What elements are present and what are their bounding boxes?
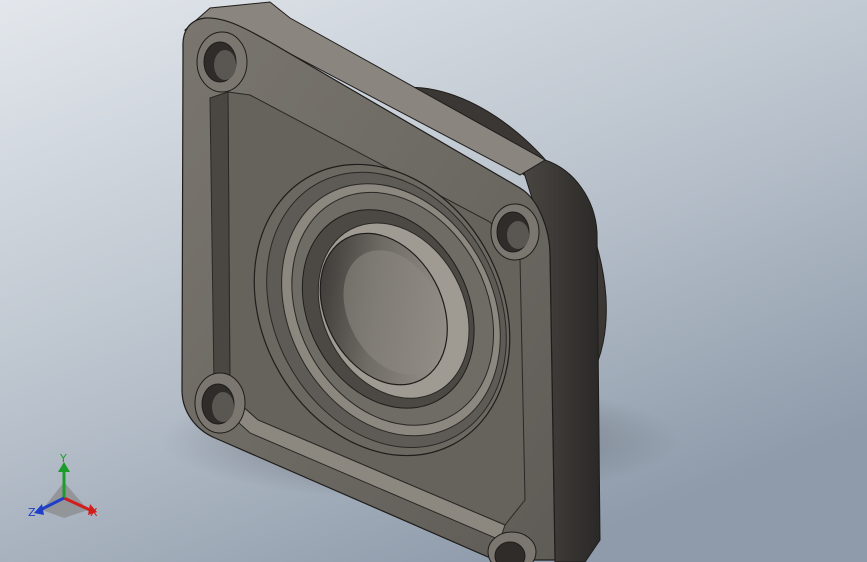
mounting-hole-bottom-left	[194, 372, 246, 434]
3d-graphics-viewport[interactable]: X Y Z	[0, 0, 867, 562]
z-axis-label: Z	[28, 506, 36, 519]
y-axis-label: Y	[59, 452, 67, 465]
viewport-canvas[interactable]: X Y Z	[0, 0, 867, 562]
x-axis-label: X	[90, 506, 98, 519]
mounting-hole-top-right	[490, 203, 540, 261]
mounting-hole-top-left	[196, 31, 248, 93]
